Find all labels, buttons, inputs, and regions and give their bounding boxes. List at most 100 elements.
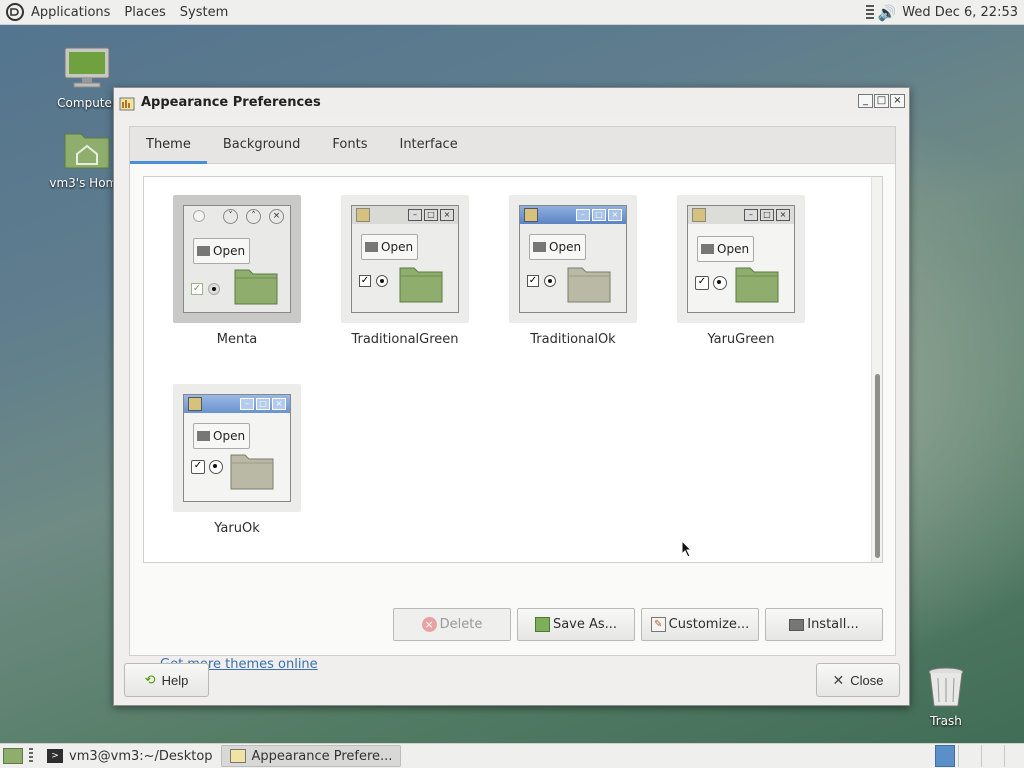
- thumbnail-open-button: Open: [193, 238, 250, 264]
- thumbnail-titlebar: – □ ×: [520, 206, 626, 224]
- thumbnail-titlebar: – □ ×: [352, 206, 458, 224]
- desktop-icon-label: Computer: [57, 96, 117, 110]
- appearance-app-icon: [119, 97, 135, 110]
- show-desktop-icon[interactable]: [3, 748, 23, 764]
- places-menu[interactable]: Places: [117, 0, 172, 25]
- system-menu[interactable]: System: [173, 0, 235, 25]
- thumbnail-titlebar: – □ ×: [184, 395, 290, 413]
- theme-item-yaru-green[interactable]: – □ × Open ✓ YaruGreen: [677, 195, 805, 347]
- mouse-pointer-icon: [681, 540, 693, 558]
- thumbnail-radio: [544, 275, 556, 287]
- mini-maximize-icon: □: [760, 209, 774, 221]
- theme-thumbnail: – □ × Open ✓: [687, 205, 795, 313]
- folder-small-icon: [197, 431, 210, 441]
- mini-minimize-icon: –: [408, 209, 422, 221]
- taskbar-item-appearance[interactable]: Appearance Prefere...: [220, 745, 402, 767]
- theme-item-yaru-ok[interactable]: – □ × Open ✓ YaruOk: [173, 384, 301, 536]
- folder-icon: [234, 269, 278, 305]
- mini-maximize-icon: □: [424, 209, 438, 221]
- tab-background[interactable]: Background: [207, 127, 317, 164]
- customize-button[interactable]: ✎ Customize...: [641, 608, 759, 641]
- window-titlebar[interactable]: Appearance Preferences _ □ ×: [114, 88, 909, 117]
- menta-close-icon: ×: [269, 209, 284, 224]
- customize-button-label: Customize...: [668, 617, 750, 632]
- theme-list-scrollbar[interactable]: [871, 177, 882, 562]
- workspace-2[interactable]: [958, 745, 978, 767]
- close-window-button[interactable]: ×: [890, 94, 905, 108]
- folder-small-icon: [701, 244, 714, 254]
- theme-item-traditional-green[interactable]: – □ × Open ✓ TraditionalGreen: [341, 195, 469, 347]
- top-panel: Applications Places System 🔊 Wed Dec 6, …: [0, 0, 1024, 25]
- delete-button-label: Delete: [439, 617, 483, 632]
- minimize-button[interactable]: _: [858, 94, 873, 108]
- tab-bar: Theme Background Fonts Interface: [130, 127, 895, 164]
- folder-icon: [567, 267, 611, 303]
- close-button[interactable]: ✕ Close: [816, 663, 900, 697]
- theme-item-menta[interactable]: ˅ ˄ × Open ✓ Menta: [173, 195, 301, 347]
- help-button[interactable]: ⟲ Help: [124, 663, 209, 697]
- thumbnail-titlebar: – □ ×: [688, 206, 794, 224]
- thumbnail-checkbox: ✓: [191, 460, 205, 474]
- mini-close-icon: ×: [608, 209, 622, 221]
- thumbnail-radio: [713, 276, 727, 290]
- workspace-switcher: [932, 744, 1024, 768]
- workspace-4[interactable]: [1004, 745, 1024, 767]
- desktop-icon-computer[interactable]: Computer: [52, 46, 122, 110]
- tray: 🔊 Wed Dec 6, 22:53: [865, 0, 1024, 25]
- delete-button[interactable]: × Delete: [393, 608, 511, 641]
- taskbar-item-label: vm3@vm3:~/Desktop: [69, 748, 213, 764]
- clock[interactable]: Wed Dec 6, 22:53: [898, 5, 1024, 20]
- applications-menu[interactable]: Applications: [0, 0, 117, 25]
- tab-theme[interactable]: Theme: [130, 127, 207, 164]
- folder-small-icon: [197, 246, 210, 256]
- workspace-1[interactable]: [935, 745, 955, 767]
- close-icon: ✕: [832, 671, 845, 688]
- theme-item-traditional-ok[interactable]: – □ × Open ✓ TraditionalOk: [509, 195, 637, 347]
- taskbar-separator: [29, 748, 33, 764]
- menta-up-icon: ˄: [246, 209, 261, 224]
- thumbnail-open-button: Open: [361, 234, 418, 260]
- window-controls: _ □ ×: [858, 94, 905, 108]
- tab-fonts[interactable]: Fonts: [316, 127, 383, 164]
- thumbnail-app-icon: [188, 397, 202, 411]
- trash-icon: [928, 667, 964, 707]
- close-button-label: Close: [850, 672, 884, 688]
- save-as-button-label: Save As...: [552, 617, 618, 632]
- computer-icon: [64, 47, 110, 88]
- maximize-button[interactable]: □: [874, 94, 889, 108]
- thumbnail-checkbox: ✓: [359, 275, 371, 287]
- workspace-3[interactable]: [981, 745, 1001, 767]
- mini-maximize-icon: □: [592, 209, 606, 221]
- scrollbar-thumb[interactable]: [875, 374, 880, 558]
- theme-name: Menta: [216, 332, 258, 347]
- save-as-button[interactable]: Save As...: [517, 608, 635, 641]
- thumbnail-radio: [208, 283, 220, 295]
- taskbar-item-terminal[interactable]: > vm3@vm3:~/Desktop: [39, 745, 221, 767]
- mini-minimize-icon: –: [576, 209, 590, 221]
- bottom-taskbar: > vm3@vm3:~/Desktop Appearance Prefere..…: [0, 743, 1024, 768]
- applications-menu-label: Applications: [31, 4, 111, 20]
- edit-icon: ✎: [650, 617, 666, 632]
- preferences-notebook: Theme Background Fonts Interface ˅ ˄ × O…: [129, 126, 896, 672]
- desktop-icon-trash[interactable]: Trash: [914, 666, 978, 728]
- thumbnail-open-button: Open: [193, 423, 250, 449]
- folder-small-icon: [533, 242, 546, 252]
- desktop-icon-label: Trash: [930, 714, 962, 728]
- folder-small-icon: [365, 242, 378, 252]
- thumbnail-radio: [376, 275, 388, 287]
- appearance-preferences-window: Appearance Preferences _ □ × Theme Backg…: [113, 87, 910, 706]
- install-button[interactable]: Install...: [765, 608, 883, 641]
- distro-logo-icon: [6, 3, 24, 21]
- network-icon[interactable]: [865, 4, 874, 21]
- thumbnail-checkbox: ✓: [527, 275, 539, 287]
- mini-maximize-icon: □: [256, 398, 270, 410]
- delete-icon: ×: [421, 617, 437, 632]
- theme-name: YaruOk: [214, 521, 260, 536]
- home-folder-icon: [64, 133, 110, 169]
- mini-close-icon: ×: [272, 398, 286, 410]
- mini-minimize-icon: –: [744, 209, 758, 221]
- thumbnail-open-label: Open: [549, 240, 582, 254]
- tab-interface[interactable]: Interface: [383, 127, 473, 164]
- volume-icon[interactable]: 🔊: [878, 4, 897, 22]
- folder-icon: [399, 267, 443, 303]
